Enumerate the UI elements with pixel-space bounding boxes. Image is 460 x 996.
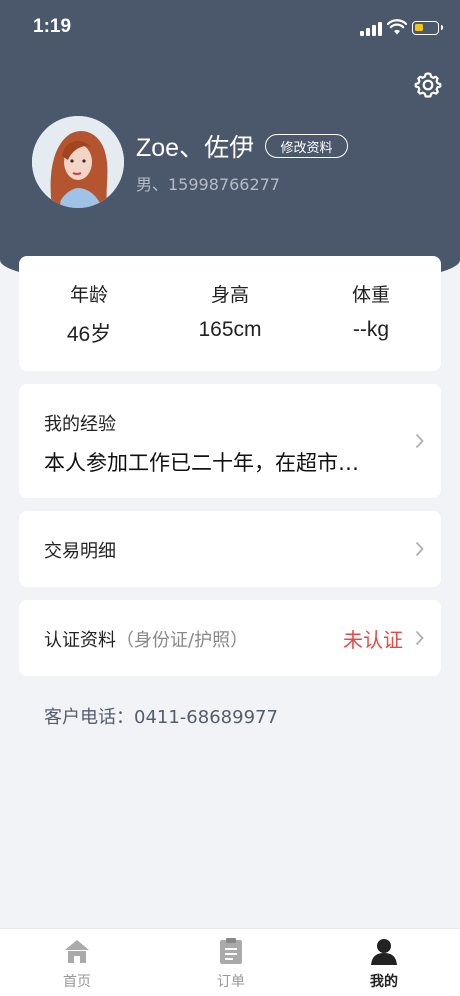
status-bar: 1:19 bbox=[0, 0, 460, 56]
avatar[interactable] bbox=[32, 116, 124, 208]
edit-profile-button[interactable]: 修改资料 bbox=[265, 134, 348, 158]
tab-label: 首页 bbox=[63, 974, 91, 990]
stat-height: 身高 165cm bbox=[160, 280, 300, 342]
tab-home[interactable]: 首页 bbox=[27, 929, 127, 996]
stat-value: 46岁 bbox=[66, 323, 112, 346]
signal-icon bbox=[360, 22, 382, 36]
experience-title: 我的经验 bbox=[44, 414, 116, 435]
gear-icon[interactable] bbox=[414, 71, 442, 99]
certification-title: 认证资料 bbox=[44, 630, 116, 651]
status-time: 1:19 bbox=[33, 16, 72, 37]
certification-label: 认证资料（身份证/护照） bbox=[44, 626, 248, 652]
chevron-right-icon bbox=[415, 630, 424, 646]
user-name: Zoe、佐伊 bbox=[136, 134, 255, 162]
experience-text: 本人参加工作已二十年，在超市… bbox=[44, 451, 359, 475]
transactions-row[interactable]: 交易明细 bbox=[19, 511, 441, 587]
stat-weight: 体重 --kg bbox=[301, 280, 441, 342]
tab-label: 订单 bbox=[217, 974, 245, 990]
experience-card[interactable]: 我的经验 本人参加工作已二十年，在超市… bbox=[19, 384, 441, 498]
customer-service-phone[interactable]: 客户电话：0411-68689977 bbox=[44, 703, 278, 729]
certification-hint: （身份证/护照） bbox=[116, 630, 249, 651]
chevron-right-icon bbox=[415, 433, 424, 449]
certification-status: 未认证 bbox=[343, 628, 403, 652]
certification-row[interactable]: 认证资料（身份证/护照） 未认证 bbox=[19, 600, 441, 676]
person-icon bbox=[371, 939, 397, 965]
stat-label: 身高 bbox=[210, 284, 249, 306]
transactions-label: 交易明细 bbox=[44, 541, 116, 562]
stat-label: 体重 bbox=[351, 284, 390, 306]
stat-label: 年龄 bbox=[69, 284, 108, 306]
tab-orders[interactable]: 订单 bbox=[181, 929, 281, 996]
tab-label: 我的 bbox=[370, 974, 398, 990]
tab-profile[interactable]: 我的 bbox=[334, 929, 434, 996]
battery-level bbox=[415, 24, 423, 31]
user-gender-phone: 男、15998766277 bbox=[136, 175, 280, 194]
battery-icon bbox=[412, 21, 443, 35]
body-stats-card: 年龄 46岁 身高 165cm 体重 --kg bbox=[19, 256, 441, 371]
chevron-right-icon bbox=[415, 541, 424, 557]
stat-value: --kg bbox=[352, 318, 390, 341]
wifi-icon bbox=[387, 19, 407, 35]
avatar-portrait-image bbox=[32, 116, 124, 208]
document-icon bbox=[220, 938, 242, 964]
stat-age: 年龄 46岁 bbox=[19, 280, 159, 348]
home-icon bbox=[65, 940, 89, 963]
stat-value: 165cm bbox=[198, 318, 262, 341]
bottom-tab-bar: 首页 订单 我的 bbox=[0, 928, 460, 996]
